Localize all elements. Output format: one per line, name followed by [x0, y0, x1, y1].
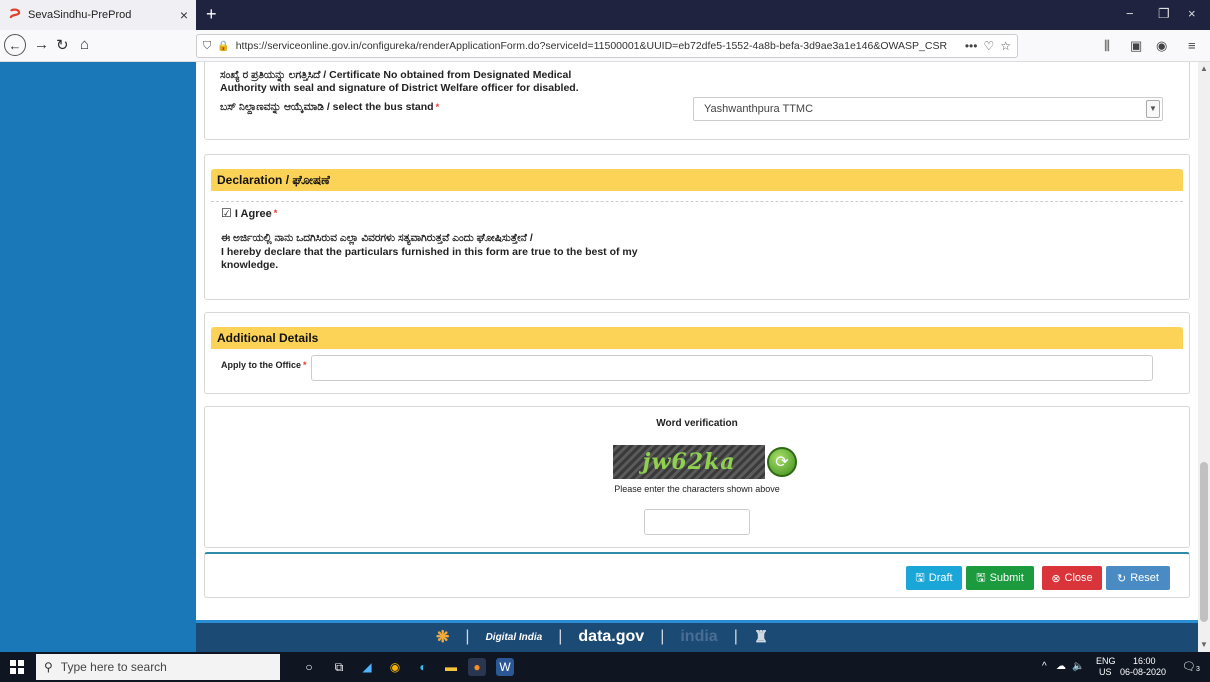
scroll-thumb[interactable] — [1200, 462, 1208, 622]
scroll-down-icon[interactable]: ▼ — [1200, 640, 1208, 649]
captcha-input[interactable] — [644, 509, 750, 535]
shield-icon: ⛉ — [203, 39, 212, 52]
data-gov-logo[interactable]: data.gov — [578, 628, 644, 646]
library-icon[interactable]: ⫼ — [1104, 38, 1110, 54]
certificate-label-line2: Authority with seal and signature of Dis… — [220, 82, 579, 94]
sevasindhu-favicon-icon — [8, 8, 22, 22]
declaration-kannada: ಈ ಅರ್ಜಿಯಲ್ಲಿ ನಾನು ಒದಗಿಸಿರುವ ಎಲ್ಲಾ ವಿವರಗಳ… — [221, 232, 533, 244]
windows-start-icon[interactable] — [10, 660, 24, 674]
reset-button[interactable]: ↻ Reset — [1106, 566, 1170, 590]
ashoka-emblem-icon: ♜ — [753, 629, 769, 646]
digital-india-logo[interactable]: Digital India — [486, 632, 543, 643]
agree-label: I Agree — [234, 208, 272, 220]
declaration-english-1: I hereby declare that the particulars fu… — [221, 246, 638, 258]
clock-date[interactable]: 06-08-2020 — [1120, 667, 1166, 677]
bus-stand-select[interactable]: Yashwanthpura TTMC ▼ — [693, 97, 1163, 121]
taskbar-search[interactable]: ⚲ Type here to search — [36, 654, 280, 680]
windows-taskbar: ⚲ Type here to search ○ ⧉ ◢ ◉ ◐ ▬ ● W ^ … — [0, 652, 1210, 682]
browser-tab-bar: SevaSindhu-PreProd × + − ❐ × — [0, 0, 1210, 30]
url-bar[interactable]: ⛉ 🔒 https://serviceonline.gov.in/configu… — [196, 34, 1018, 58]
captcha-image: jw62ka — [613, 445, 765, 479]
cortana-icon[interactable]: ○ — [300, 658, 318, 676]
forward-icon[interactable]: → — [34, 36, 49, 53]
language-indicator[interactable]: ENG — [1096, 656, 1116, 666]
save-icon: 🖫 — [915, 571, 925, 584]
word-icon[interactable]: W — [496, 658, 514, 676]
page-footer: ❋ | Digital India | data.gov | india | ♜ — [196, 620, 1198, 652]
captcha-hint: Please enter the characters shown above — [614, 484, 780, 494]
form-content: ಸಂಖ್ಯೆ ರ ಪ್ರತಿಯನ್ನು ಲಗತ್ತಿಸಿದೆ / Certifi… — [196, 62, 1198, 652]
app-icon[interactable]: ◢ — [358, 658, 376, 676]
bus-stand-value: Yashwanthpura TTMC — [704, 103, 814, 115]
minimize-icon[interactable]: − — [1126, 6, 1134, 21]
india-gov-logo[interactable]: india — [680, 628, 717, 646]
sidebar-icon[interactable]: ▣ — [1130, 38, 1142, 54]
declaration-card: Declaration / ಘೋಷಣೆ ☑ I Agree * ಈ ಅರ್ಜಿಯಲ… — [204, 154, 1190, 300]
bookmark-star-icon[interactable]: ☆ — [1000, 39, 1011, 53]
volume-icon[interactable]: 🔈 — [1072, 661, 1084, 672]
account-icon[interactable]: ◉ — [1156, 38, 1167, 54]
task-view-icon[interactable]: ⧉ — [330, 658, 348, 676]
file-explorer-icon[interactable]: ▬ — [442, 658, 460, 676]
left-panel — [0, 62, 196, 652]
additional-details-card: Additional Details Apply to the Office * — [204, 312, 1190, 394]
menu-icon[interactable]: ≡ — [1188, 38, 1196, 53]
back-icon[interactable]: ← — [4, 34, 26, 56]
bus-stand-label: ಬಸ್ ನಿಲ್ದಾಣವನ್ನು ಆಯ್ಕೆಮಾಡಿ / select the … — [220, 101, 440, 113]
tray-chevron-icon[interactable]: ^ — [1042, 661, 1047, 672]
firefox-icon[interactable]: ● — [468, 658, 486, 676]
home-icon[interactable]: ⌂ — [80, 36, 89, 53]
emblem-logo-icon: ❋ — [436, 629, 450, 646]
certificate-label-line1: ಸಂಖ್ಯೆ ರ ಪ್ರತಿಯನ್ನು ಲಗತ್ತಿಸಿದೆ / Certifi… — [220, 69, 572, 81]
search-icon: ⚲ — [44, 660, 53, 674]
reload-icon[interactable]: ↻ — [56, 36, 69, 54]
notification-count: 3 — [1196, 666, 1200, 673]
save-icon: 🖫 — [976, 571, 986, 584]
browser-tab[interactable]: SevaSindhu-PreProd × — [0, 0, 196, 30]
agree-row[interactable]: ☑ I Agree * — [221, 207, 277, 221]
notification-icon[interactable]: 🗨 — [1182, 660, 1196, 673]
tab-title: SevaSindhu-PreProd — [28, 9, 132, 21]
page-scrollbar[interactable]: ▲ ▼ — [1198, 62, 1210, 652]
network-icon[interactable]: ☁ — [1056, 661, 1066, 672]
word-verification-card: Word verification jw62ka ⟳ Please enter … — [204, 406, 1190, 548]
window-close-icon[interactable]: × — [1188, 6, 1196, 21]
office-input[interactable] — [311, 355, 1153, 381]
region-indicator[interactable]: US — [1099, 667, 1112, 677]
draft-button[interactable]: 🖫 Draft — [906, 566, 962, 590]
chrome-icon[interactable]: ◉ — [386, 658, 404, 676]
captcha-text: jw62ka — [642, 449, 736, 475]
lock-icon: 🔒 — [217, 40, 230, 52]
page-actions-icon[interactable]: ••• — [965, 39, 978, 53]
agree-checkbox-icon[interactable]: ☑ — [221, 206, 232, 220]
additional-details-header: Additional Details — [211, 327, 1183, 349]
restore-icon[interactable]: ❐ — [1158, 6, 1170, 22]
refresh-captcha-icon[interactable]: ⟳ — [767, 447, 797, 477]
browser-nav-bar: ← → ↻ ⌂ ⛉ 🔒 https://serviceonline.gov.in… — [0, 30, 1210, 62]
declaration-header: Declaration / ಘೋಷಣೆ — [211, 169, 1183, 191]
office-label: Apply to the Office * — [221, 360, 307, 370]
scroll-up-icon[interactable]: ▲ — [1200, 64, 1208, 73]
partner-logos: ❋ | Digital India | data.gov | india | ♜ — [436, 628, 769, 646]
pocket-icon[interactable]: ♡ — [983, 39, 994, 53]
clock-time[interactable]: 16:00 — [1133, 656, 1156, 666]
refresh-icon: ↻ — [1117, 572, 1127, 585]
close-circle-icon: ⊗ — [1051, 572, 1061, 585]
declaration-english-2: knowledge. — [221, 259, 279, 271]
edge-icon[interactable]: ◐ — [414, 658, 432, 676]
close-button[interactable]: ⊗ Close — [1042, 566, 1102, 590]
word-verification-title: Word verification — [656, 418, 738, 429]
url-text[interactable]: https://serviceonline.gov.in/configureka… — [236, 40, 959, 52]
taskbar-search-placeholder: Type here to search — [60, 660, 167, 674]
divider — [211, 201, 1183, 202]
tab-close-icon[interactable]: × — [180, 7, 188, 23]
chevron-down-icon[interactable]: ▼ — [1146, 100, 1160, 118]
new-tab-icon[interactable]: + — [206, 4, 217, 25]
bus-stand-card: ಸಂಖ್ಯೆ ರ ಪ್ರತಿಯನ್ನು ಲಗತ್ತಿಸಿದೆ / Certifi… — [204, 62, 1190, 140]
submit-button[interactable]: 🖫 Submit — [966, 566, 1034, 590]
